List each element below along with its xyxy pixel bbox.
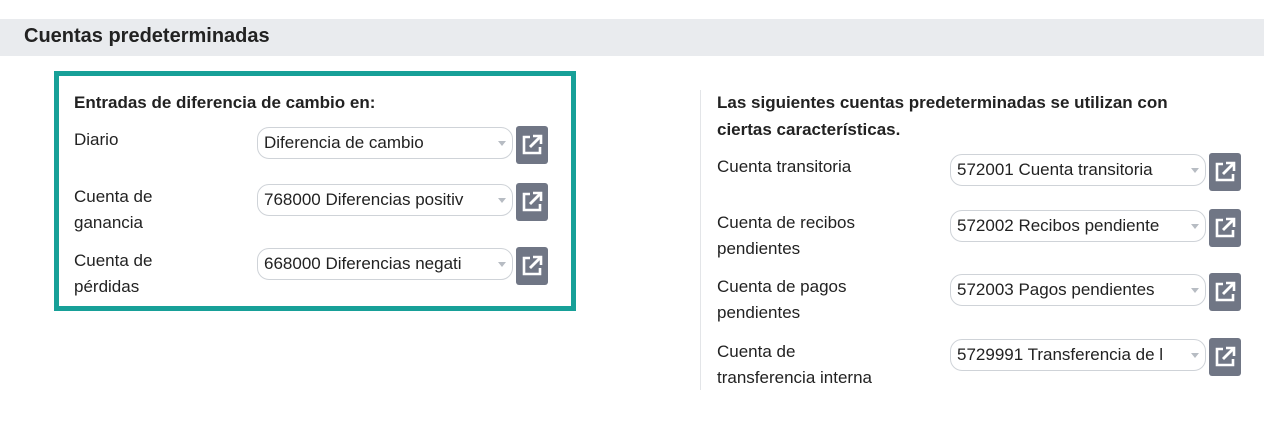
journal-select[interactable]: Diferencia de cambio [257, 127, 513, 159]
transit-account-select-value: 572001 Cuenta transitoria [957, 160, 1153, 179]
loss-account-label: Cuenta de pérdidas [74, 251, 153, 296]
external-link-icon [522, 191, 543, 212]
transit-account-external-link-button[interactable] [1209, 153, 1241, 191]
chevron-down-icon [1191, 288, 1199, 293]
default-accounts-description: Las siguientes cuentas predeterminadas s… [717, 93, 1168, 139]
loss-account-external-link-button[interactable] [516, 247, 548, 285]
journal-label: Diario [74, 130, 119, 149]
external-link-icon [522, 134, 543, 155]
gain-account-label: Cuenta de ganancia [74, 187, 153, 232]
journal-external-link-button[interactable] [516, 126, 548, 164]
chevron-down-icon [1191, 224, 1199, 229]
gain-account-external-link-button[interactable] [516, 183, 548, 221]
transit-account-select[interactable]: 572001 Cuenta transitoria [950, 154, 1206, 186]
gain-account-select[interactable]: 768000 Diferencias positiv [257, 184, 513, 216]
loss-account-select-value: 668000 Diferencias negati [264, 254, 462, 273]
internal-transfer-external-link-button[interactable] [1209, 338, 1241, 376]
pending-payments-account-select-value: 572003 Pagos pendientes [957, 280, 1155, 299]
external-link-icon [1215, 281, 1236, 302]
pending-receipts-account-label: Cuenta de recibos pendientes [717, 213, 855, 258]
transit-account-label: Cuenta transitoria [717, 157, 852, 176]
journal-select-value: Diferencia de cambio [264, 133, 424, 152]
chevron-down-icon [1191, 168, 1199, 173]
chevron-down-icon [1191, 353, 1199, 358]
pending-receipts-external-link-button[interactable] [1209, 209, 1241, 247]
pending-payments-account-label: Cuenta de pagos pendientes [717, 277, 847, 322]
external-link-icon [1215, 346, 1236, 367]
external-link-icon [522, 255, 543, 276]
section-title: Cuentas predeterminadas [24, 25, 270, 47]
gain-account-select-value: 768000 Diferencias positiv [264, 190, 464, 209]
exchange-difference-group-title: Entradas de diferencia de cambio en: [74, 93, 376, 112]
pending-receipts-account-select-value: 572002 Recibos pendiente [957, 216, 1160, 235]
internal-transfer-account-select-value: 5729991 Transferencia de l [957, 345, 1164, 364]
chevron-down-icon [498, 141, 506, 146]
chevron-down-icon [498, 198, 506, 203]
internal-transfer-account-select[interactable]: 5729991 Transferencia de l [950, 339, 1206, 371]
column-divider [700, 90, 701, 390]
loss-account-select[interactable]: 668000 Diferencias negati [257, 248, 513, 280]
pending-payments-account-select[interactable]: 572003 Pagos pendientes [950, 274, 1206, 306]
pending-receipts-account-select[interactable]: 572002 Recibos pendiente [950, 210, 1206, 242]
pending-payments-external-link-button[interactable] [1209, 273, 1241, 311]
internal-transfer-account-label: Cuenta de transferencia interna [717, 342, 872, 387]
external-link-icon [1215, 161, 1236, 182]
external-link-icon [1215, 217, 1236, 238]
chevron-down-icon [498, 262, 506, 267]
